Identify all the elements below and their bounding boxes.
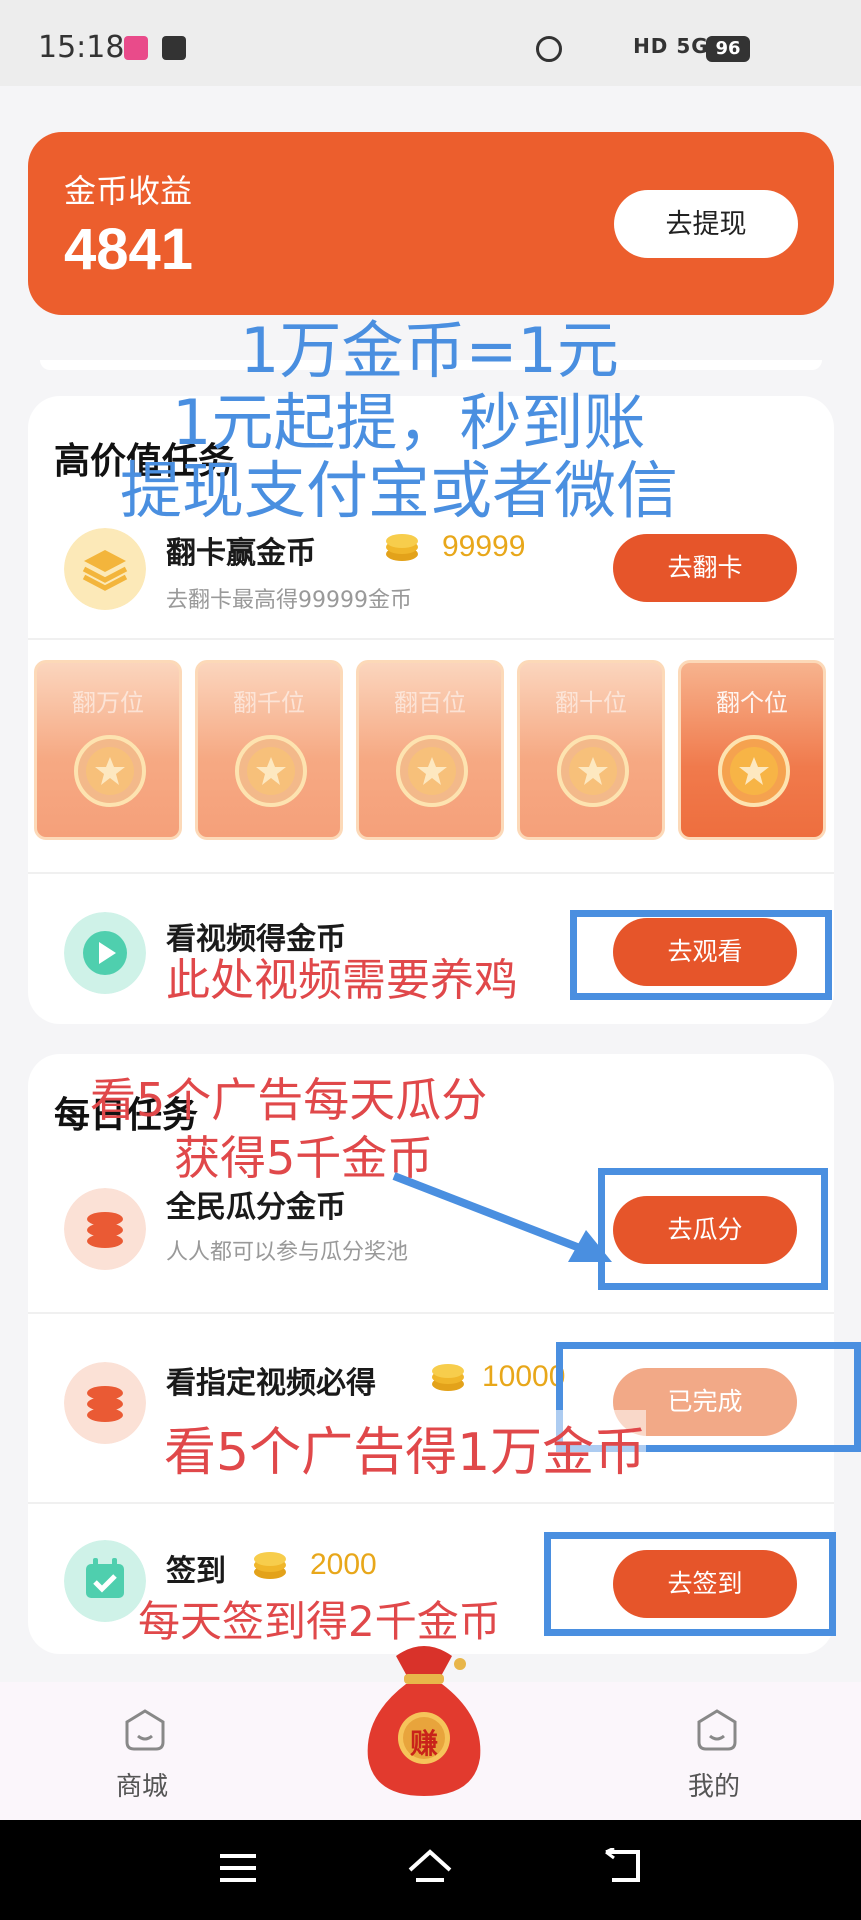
gold-coin-icon [254, 1552, 286, 1579]
nav-item-mine[interactable]: 我的 [672, 1682, 762, 1820]
flip-task-subtitle: 去翻卡最高得99999金币 [166, 588, 412, 613]
star-coin-icon [235, 735, 307, 807]
nav-label-mall: 商城 [116, 1772, 169, 1802]
coin-earnings-card: 金币收益 4841 去提现 [28, 132, 834, 315]
flip-card-thousands[interactable]: 翻千位 [195, 660, 343, 840]
alarm-icon [536, 36, 562, 62]
flip-card-hundreds[interactable]: 翻百位 [356, 660, 504, 840]
flip-card-label: 翻万位 [72, 689, 144, 717]
share-task-title: 全民瓜分金币 [166, 1190, 346, 1225]
annotation-designated-note: 看5个广告得1万金币 [164, 1410, 647, 1485]
coin-earnings-label: 金币收益 [64, 172, 193, 210]
designated-video-amount: 10000 [482, 1360, 566, 1393]
gallery-notification-icon [162, 36, 186, 60]
nav-label-mine: 我的 [688, 1772, 741, 1802]
flip-task-title: 翻卡赢金币 [166, 536, 316, 571]
earn-label: 赚 [409, 1727, 438, 1760]
highlight-box-signin [544, 1532, 836, 1636]
flip-card-label: 翻千位 [233, 689, 305, 717]
status-bar: 15:18 HD 5G 4G 96 [0, 0, 861, 86]
flip-card-label: 翻个位 [716, 689, 788, 717]
divider [28, 872, 834, 874]
back-icon[interactable] [602, 1848, 644, 1886]
mall-icon [125, 1709, 165, 1751]
highlight-box-watch [570, 910, 832, 1000]
flip-card-ten-thousands[interactable]: 翻万位 [34, 660, 182, 840]
profile-icon [697, 1709, 737, 1751]
signin-task-amount: 2000 [310, 1548, 377, 1581]
star-coin-icon [557, 735, 629, 807]
star-coin-icon [74, 735, 146, 807]
app-notification-icon [124, 36, 148, 60]
annotation-withdraw-method: 提现支付宝或者微信 [120, 454, 679, 527]
flip-card-tens[interactable]: 翻十位 [517, 660, 665, 840]
flip-card-button[interactable]: 去翻卡 [613, 534, 797, 602]
designated-video-title: 看指定视频必得 [166, 1366, 376, 1401]
gold-coin-icon [432, 1364, 464, 1391]
nav-item-mall[interactable]: 商城 [100, 1682, 190, 1820]
flip-card-label: 翻十位 [555, 689, 627, 717]
menu-icon[interactable] [218, 1850, 258, 1886]
system-nav-bar [0, 1820, 861, 1920]
star-coin-icon [396, 735, 468, 807]
calendar-check-icon [64, 1540, 146, 1622]
divider [28, 638, 834, 640]
signin-task-title: 签到 [166, 1554, 226, 1589]
divider [28, 1502, 834, 1504]
money-bag-icon [367, 1646, 481, 1796]
highlight-box-share [598, 1168, 828, 1290]
annotation-video-note: 此处视频需要养鸡 [166, 955, 518, 1006]
withdraw-button[interactable]: 去提现 [614, 190, 798, 258]
battery-icon: 96 [706, 36, 750, 62]
flip-card-ones[interactable]: 翻个位 [678, 660, 826, 840]
share-task-subtitle: 人人都可以参与瓜分奖池 [166, 1240, 409, 1265]
annotation-share-note-1: 看5个广告每天瓜分 [90, 1073, 488, 1127]
home-icon[interactable] [406, 1846, 454, 1888]
annotation-arrow [392, 1172, 612, 1262]
gold-coin-icon [386, 534, 418, 561]
play-video-icon [64, 912, 146, 994]
coin-stack-icon [64, 1188, 146, 1270]
coin-balance: 4841 [64, 217, 194, 282]
flip-task-amount: 99999 [442, 530, 526, 563]
bottom-nav: 商城 赚 我的 [0, 1646, 861, 1820]
flip-card-task-row: 翻卡赢金币 99999 去翻卡最高得99999金币 去翻卡 [28, 514, 834, 634]
annotation-signin-note: 每天签到得2千金币 [138, 1597, 501, 1646]
star-coin-icon [718, 735, 790, 807]
earn-money-bag-button[interactable]: 赚 [356, 1636, 492, 1806]
flip-card-label: 翻百位 [394, 689, 466, 717]
status-time: 15:18 [38, 30, 125, 65]
coin-stack-icon [64, 1362, 146, 1444]
layers-icon [64, 528, 146, 610]
